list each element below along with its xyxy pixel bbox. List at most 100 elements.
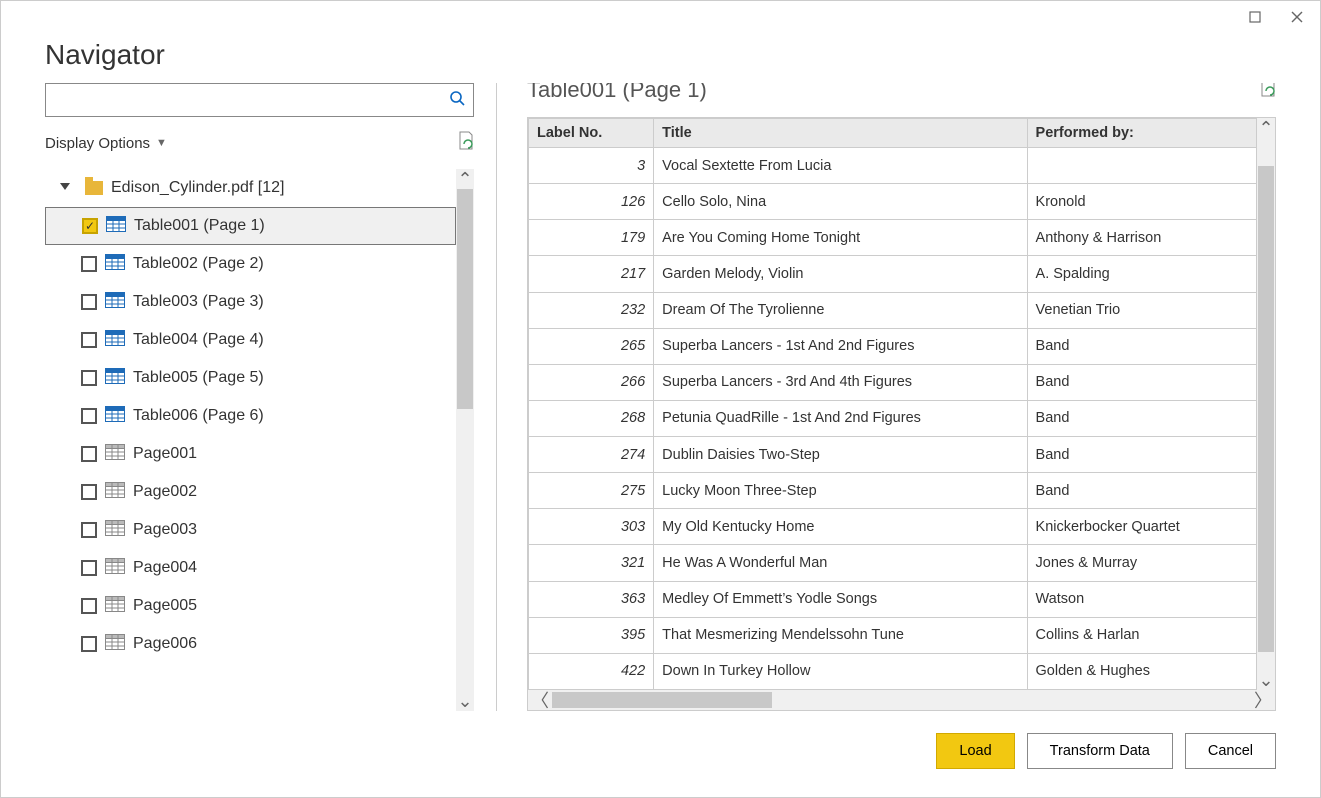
checkbox[interactable] xyxy=(81,408,97,424)
table-row[interactable]: 303My Old Kentucky HomeKnickerbocker Qua… xyxy=(529,509,1257,545)
page-icon xyxy=(105,444,125,465)
checkbox[interactable] xyxy=(81,294,97,310)
table-row[interactable]: 217Garden Melody, ViolinA. Spalding xyxy=(529,256,1257,292)
tree-item-label: Page006 xyxy=(133,635,197,653)
cell-labelno: 275 xyxy=(529,473,654,509)
column-header[interactable]: Label No. xyxy=(529,119,654,148)
scroll-down-icon[interactable]: ⌄ xyxy=(1257,670,1275,690)
cell-title: That Mesmerizing Mendelssohn Tune xyxy=(654,617,1027,653)
table-row[interactable]: 179Are You Coming Home TonightAnthony & … xyxy=(529,220,1257,256)
cell-performed-by: Golden & Hughes xyxy=(1027,653,1256,689)
cell-title: He Was A Wonderful Man xyxy=(654,545,1027,581)
preview-vertical-scrollbar[interactable]: ⌃ ⌄ xyxy=(1257,118,1275,690)
scroll-right-icon[interactable]: 〉 xyxy=(1251,687,1275,711)
folder-icon xyxy=(85,181,103,195)
footer: Load Transform Data Cancel xyxy=(1,711,1320,797)
scroll-thumb[interactable] xyxy=(457,189,473,409)
column-header[interactable]: Title xyxy=(654,119,1027,148)
preview-horizontal-scrollbar[interactable]: 〈 〉 xyxy=(528,690,1275,710)
tree-item[interactable]: Page001 xyxy=(45,435,456,473)
scroll-thumb[interactable] xyxy=(552,692,772,708)
collapse-icon[interactable] xyxy=(53,183,77,193)
refresh-icon[interactable] xyxy=(1258,83,1276,103)
search-box[interactable] xyxy=(45,83,474,117)
scroll-up-icon[interactable]: ⌃ xyxy=(1257,118,1275,138)
table-row[interactable]: 3Vocal Sextette From Lucia xyxy=(529,148,1257,184)
tree-item-label: Page002 xyxy=(133,483,197,501)
refresh-preview-icon[interactable] xyxy=(456,131,474,155)
search-icon[interactable] xyxy=(449,90,465,111)
tree-item-label: Table005 (Page 5) xyxy=(133,369,264,387)
cell-title: Down In Turkey Hollow xyxy=(654,653,1027,689)
tree-root-label: Edison_Cylinder.pdf [12] xyxy=(111,179,284,197)
cell-performed-by: Band xyxy=(1027,364,1256,400)
scroll-down-icon[interactable]: ⌄ xyxy=(456,691,474,711)
tree-item[interactable]: Table002 (Page 2) xyxy=(45,245,456,283)
maximize-icon xyxy=(1249,11,1261,23)
table-row[interactable]: 363Medley Of Emmett’s Yodle SongsWatson xyxy=(529,581,1257,617)
tree-item-label: Table002 (Page 2) xyxy=(133,255,264,273)
cancel-button[interactable]: Cancel xyxy=(1185,733,1276,769)
table-row[interactable]: 395That Mesmerizing Mendelssohn TuneColl… xyxy=(529,617,1257,653)
cell-labelno: 321 xyxy=(529,545,654,581)
checkbox[interactable] xyxy=(81,560,97,576)
page-icon xyxy=(105,634,125,655)
tree-root[interactable]: Edison_Cylinder.pdf [12] xyxy=(45,169,456,207)
preview-title: Table001 (Page 1) xyxy=(527,83,707,103)
cell-title: Garden Melody, Violin xyxy=(654,256,1027,292)
column-header[interactable]: Performed by: xyxy=(1027,119,1256,148)
table-row[interactable]: 265Superba Lancers - 1st And 2nd Figures… xyxy=(529,328,1257,364)
checkbox[interactable] xyxy=(81,598,97,614)
checkbox[interactable] xyxy=(81,636,97,652)
checkbox[interactable] xyxy=(81,256,97,272)
tree-item[interactable]: Table006 (Page 6) xyxy=(45,397,456,435)
tree-item[interactable]: ✓Table001 (Page 1) xyxy=(45,207,456,245)
cell-performed-by: Jones & Murray xyxy=(1027,545,1256,581)
table-row[interactable]: 321He Was A Wonderful ManJones & Murray xyxy=(529,545,1257,581)
checkbox[interactable] xyxy=(81,370,97,386)
scroll-up-icon[interactable]: ⌃ xyxy=(456,169,474,189)
cell-performed-by: Knickerbocker Quartet xyxy=(1027,509,1256,545)
table-row[interactable]: 266Superba Lancers - 3rd And 4th Figures… xyxy=(529,364,1257,400)
tree-item[interactable]: Page005 xyxy=(45,587,456,625)
cell-performed-by xyxy=(1027,148,1256,184)
checkbox[interactable] xyxy=(81,446,97,462)
tree-item[interactable]: Page004 xyxy=(45,549,456,587)
table-row[interactable]: 422Down In Turkey HollowGolden & Hughes xyxy=(529,653,1257,689)
table-icon xyxy=(105,292,125,313)
scroll-thumb[interactable] xyxy=(1258,166,1274,652)
left-panel: Display Options ▼ Edison_Cylinder.pdf [1… xyxy=(45,83,497,711)
tree-item[interactable]: Table004 (Page 4) xyxy=(45,321,456,359)
cell-labelno: 217 xyxy=(529,256,654,292)
right-panel: Table001 (Page 1) Label No.TitlePerforme… xyxy=(497,83,1276,711)
cell-labelno: 303 xyxy=(529,509,654,545)
tree-scrollbar[interactable]: ⌃ ⌄ xyxy=(456,169,474,711)
cell-title: Superba Lancers - 3rd And 4th Figures xyxy=(654,364,1027,400)
tree-item[interactable]: Table003 (Page 3) xyxy=(45,283,456,321)
maximize-button[interactable] xyxy=(1240,5,1270,29)
checkbox[interactable] xyxy=(81,484,97,500)
search-input[interactable] xyxy=(52,85,449,115)
table-row[interactable]: 274Dublin Daisies Two-StepBand xyxy=(529,437,1257,473)
cell-performed-by: Collins & Harlan xyxy=(1027,617,1256,653)
tree-item[interactable]: Page003 xyxy=(45,511,456,549)
table-row[interactable]: 232Dream Of The TyrolienneVenetian Trio xyxy=(529,292,1257,328)
close-button[interactable] xyxy=(1282,5,1312,29)
table-row[interactable]: 268Petunia QuadRille - 1st And 2nd Figur… xyxy=(529,400,1257,436)
checkbox[interactable]: ✓ xyxy=(82,218,98,234)
cell-performed-by: Band xyxy=(1027,328,1256,364)
display-options-dropdown[interactable]: Display Options ▼ xyxy=(45,135,167,152)
table-row[interactable]: 275Lucky Moon Three-StepBand xyxy=(529,473,1257,509)
tree-item[interactable]: Page002 xyxy=(45,473,456,511)
checkbox[interactable] xyxy=(81,332,97,348)
tree-item-label: Page001 xyxy=(133,445,197,463)
table-row[interactable]: 126Cello Solo, NinaKronold xyxy=(529,184,1257,220)
load-button[interactable]: Load xyxy=(936,733,1014,769)
checkbox[interactable] xyxy=(81,522,97,538)
tree-item[interactable]: Table005 (Page 5) xyxy=(45,359,456,397)
table-icon xyxy=(105,368,125,389)
transform-data-button[interactable]: Transform Data xyxy=(1027,733,1173,769)
scroll-left-icon[interactable]: 〈 xyxy=(528,687,552,711)
tree: Edison_Cylinder.pdf [12] ✓Table001 (Page … xyxy=(45,169,474,711)
tree-item[interactable]: Page006 xyxy=(45,625,456,663)
